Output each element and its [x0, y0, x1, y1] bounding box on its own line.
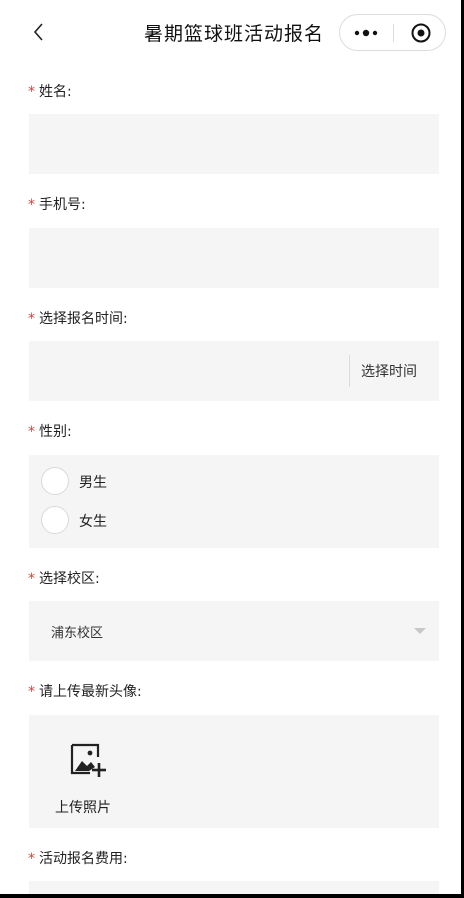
- time-field[interactable]: 选择时间: [29, 341, 439, 401]
- time-label: * 选择报名时间:: [28, 308, 128, 328]
- required-mark: *: [28, 311, 35, 327]
- fee-field: [29, 881, 439, 894]
- required-mark: *: [28, 84, 35, 100]
- more-button[interactable]: [340, 15, 393, 50]
- campus-select[interactable]: 浦东校区: [29, 601, 439, 661]
- chevron-left-icon: [33, 23, 43, 41]
- campus-label: * 选择校区:: [28, 568, 100, 588]
- radio-circle[interactable]: [41, 506, 69, 534]
- gender-radio-group: 男生 女生: [29, 455, 439, 548]
- page-title: 暑期篮球班活动报名: [144, 23, 325, 45]
- required-mark: *: [28, 851, 35, 867]
- radio-label-male: 男生: [79, 475, 107, 491]
- avatar-upload-area: 上传照片: [29, 715, 439, 828]
- gender-label-text: 性别:: [39, 424, 72, 440]
- name-input[interactable]: [29, 114, 439, 174]
- avatar-label-text: 请上传最新头像:: [39, 684, 142, 700]
- campus-selected-value: 浦东校区: [51, 626, 104, 641]
- phone-field: [29, 228, 439, 288]
- required-mark: *: [28, 197, 35, 213]
- select-time-button[interactable]: 选择时间: [361, 361, 417, 381]
- back-button[interactable]: [30, 16, 50, 48]
- capsule-menu: [339, 14, 446, 51]
- phone-label-text: 手机号:: [39, 197, 86, 213]
- radio-circle[interactable]: [41, 467, 69, 495]
- dropdown-arrow-icon: [414, 628, 426, 634]
- avatar-label: * 请上传最新头像:: [28, 681, 142, 701]
- phone-label: * 手机号:: [28, 194, 86, 214]
- campus-label-text: 选择校区:: [39, 571, 100, 587]
- gender-label: * 性别:: [28, 421, 72, 441]
- screen: 暑期篮球班活动报名 * 姓名: * 手机号: * 选择报名时间: 选择时间 * …: [0, 0, 461, 894]
- required-mark: *: [28, 424, 35, 440]
- fee-label: * 活动报名费用:: [28, 848, 128, 868]
- name-label: * 姓名:: [28, 81, 72, 101]
- add-image-icon: [70, 743, 106, 777]
- time-divider: [349, 355, 350, 387]
- name-field: [29, 114, 439, 174]
- fee-label-text: 活动报名费用:: [39, 851, 128, 867]
- upload-photo-label: 上传照片: [55, 800, 111, 816]
- name-label-text: 姓名:: [39, 84, 72, 100]
- close-mini-program-button[interactable]: [394, 15, 446, 50]
- required-mark: *: [28, 684, 35, 700]
- radio-label-female: 女生: [79, 514, 107, 530]
- target-close-icon: [411, 23, 431, 43]
- nav-bar: 暑期篮球班活动报名: [0, 0, 461, 66]
- required-mark: *: [28, 571, 35, 587]
- phone-input[interactable]: [29, 228, 439, 288]
- more-dots-icon: [354, 29, 378, 37]
- upload-photo-button[interactable]: 上传照片: [45, 737, 135, 825]
- time-label-text: 选择报名时间:: [39, 311, 128, 327]
